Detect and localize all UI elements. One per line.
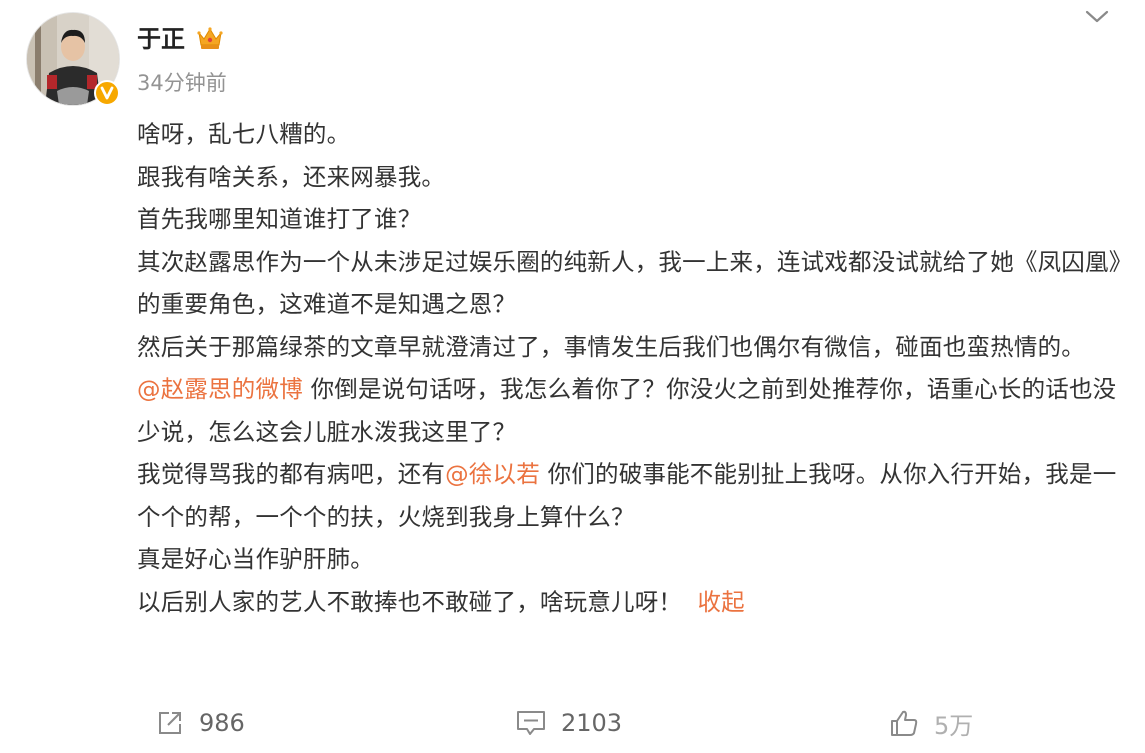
paragraph-text: 我觉得骂我的都有病吧，还有: [137, 460, 446, 488]
weibo-post: 于正 34分钟前 啥呀，乱七八糟的。 跟我有啥关系，还来网暴我。 首先我哪里知道…: [0, 0, 1145, 753]
repost-count: 986: [199, 709, 245, 737]
post-paragraph: 我觉得骂我的都有病吧，还有@徐以若 你们的破事能不能别扯上我呀。从你入行开始，我…: [137, 453, 1127, 538]
author-avatar[interactable]: [26, 12, 120, 106]
like-count: 5万: [934, 711, 974, 740]
crown-icon[interactable]: [196, 25, 224, 51]
comment-count: 2103: [561, 709, 623, 737]
collapse-button[interactable]: 收起: [697, 588, 744, 616]
post-paragraph: 真是好心当作驴肝肺。: [137, 545, 374, 573]
paragraph-text: 以后别人家的艺人不敢捧也不敢碰了，啥玩意儿呀！: [137, 587, 683, 616]
verified-v-badge-icon: [94, 80, 120, 106]
post-paragraph: 跟我有啥关系，还来网暴我。: [137, 162, 446, 191]
like-button[interactable]: 5万: [888, 706, 973, 740]
thumbs-up-icon: [891, 710, 918, 736]
chevron-down-icon[interactable]: [1084, 6, 1110, 26]
share-icon: [159, 712, 181, 734]
mention-link-xu-yiruo[interactable]: @徐以若: [445, 460, 540, 488]
post-paragraph: 以后别人家的艺人不敢捧也不敢碰了，啥玩意儿呀！ 收起: [137, 581, 1127, 624]
post-paragraph: @赵露思的微博 你倒是说句话呀，我怎么着你了？你没火之前到处推荐你，语重心长的话…: [137, 368, 1127, 453]
mention-link-zhao-lusi[interactable]: @赵露思的微博: [137, 375, 303, 403]
comment-icon: [517, 711, 545, 735]
post-paragraph: 然后关于那篇绿茶的文章早就澄清过了，事情发生后我们也偶尔有微信，碰面也蛮热情的。: [137, 332, 1085, 361]
post-timestamp[interactable]: 34分钟前: [137, 69, 227, 97]
comment-button[interactable]: 2103: [515, 706, 622, 740]
post-paragraph: 其次赵露思作为一个从未涉足过娱乐圈的纯新人，我一上来，连试戏都没试就给了她《凤囚…: [137, 247, 1121, 319]
author-name[interactable]: 于正: [137, 23, 185, 55]
post-paragraph: 首先我哪里知道谁打了谁？: [137, 205, 422, 233]
repost-button[interactable]: 986: [155, 706, 245, 740]
post-paragraph: 啥呀，乱七八糟的。: [137, 120, 351, 148]
post-content: 啥呀，乱七八糟的。 跟我有啥关系，还来网暴我。 首先我哪里知道谁打了谁？ 其次赵…: [137, 113, 1127, 623]
